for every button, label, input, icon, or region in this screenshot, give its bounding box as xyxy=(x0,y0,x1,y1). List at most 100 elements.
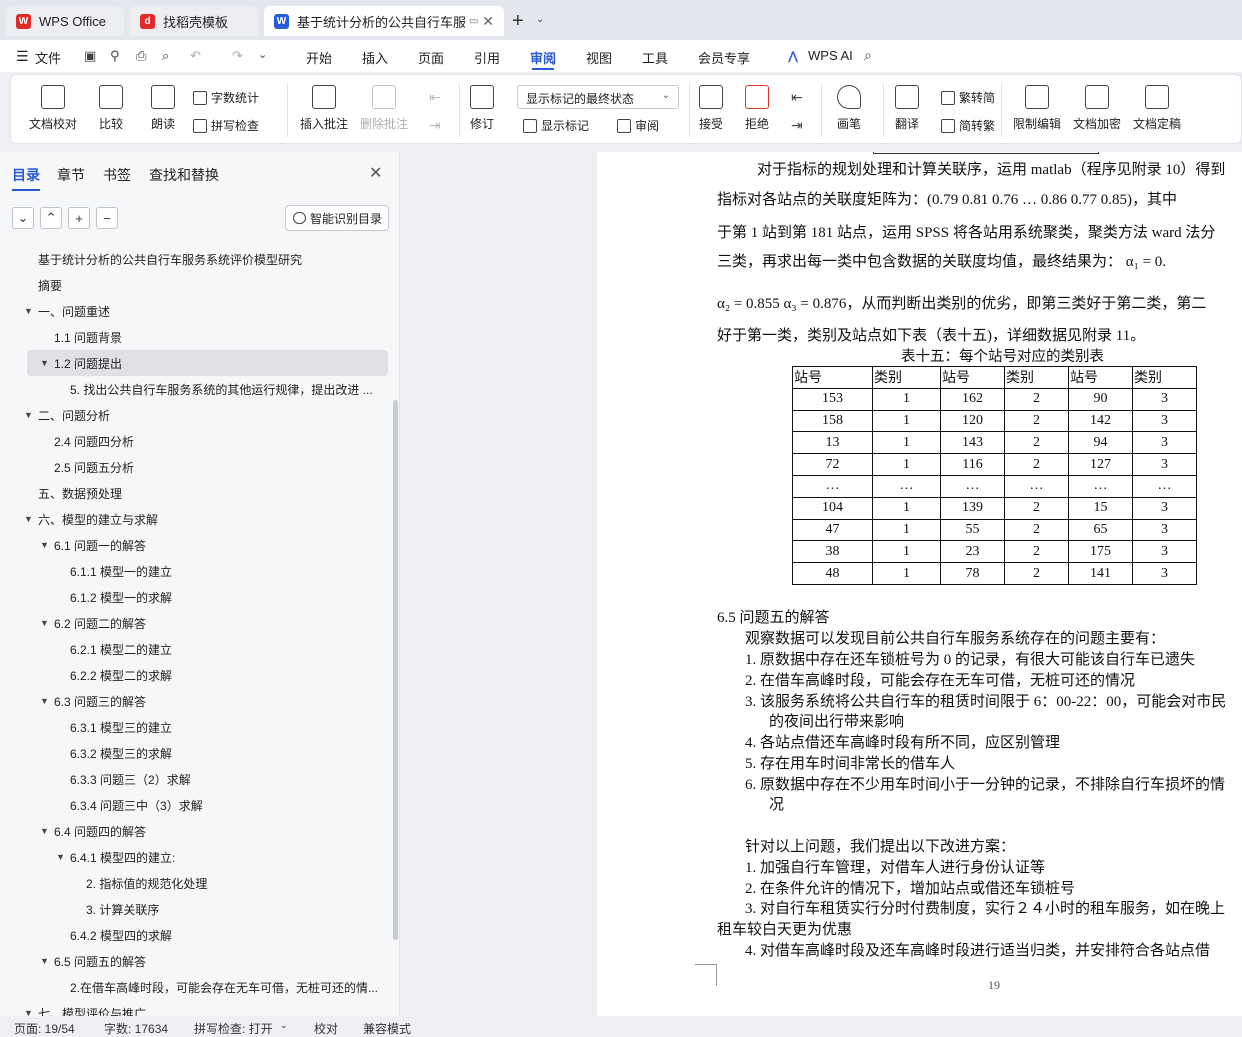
toc-item[interactable]: 6.1.2 模型一的求解 xyxy=(70,584,172,610)
reject-button[interactable]: 拒绝 xyxy=(745,85,769,132)
expand-up-button[interactable]: ⌃ xyxy=(40,207,62,229)
menu-review[interactable]: 审阅 xyxy=(530,48,556,70)
menu-member[interactable]: 会员专享 xyxy=(698,48,750,67)
tab-list-chevron-icon[interactable]: ⌄ xyxy=(536,14,544,25)
insert-comment-button[interactable]: 插入批注 xyxy=(300,85,348,132)
add-heading-button[interactable]: + xyxy=(68,207,90,229)
spell-check-button[interactable]: 拼写检查 xyxy=(193,117,259,134)
translate-button[interactable]: 翻译 xyxy=(895,85,919,132)
tab-bookmarks[interactable]: 书签 xyxy=(103,165,131,185)
toc-item[interactable]: 6.3.2 模型三的求解 xyxy=(70,740,172,766)
toc-expand-caret-icon[interactable]: ▼ xyxy=(40,540,49,550)
toc-item[interactable]: 2.5 问题五分析 xyxy=(54,454,134,480)
toc-item[interactable]: 6.3 问题三的解答 xyxy=(54,688,146,714)
to-simplified-button[interactable]: 繁转简 xyxy=(941,89,995,106)
tab-wps-office[interactable]: W WPS Office xyxy=(6,6,124,36)
revise-button[interactable]: 修订 xyxy=(470,85,494,132)
redo-icon[interactable]: ↷ xyxy=(232,48,243,64)
tab-document[interactable]: W 基于统计分析的公共自行车服务 ▭ ✕ xyxy=(264,6,504,36)
toc-item[interactable]: 3. 计算关联序 xyxy=(86,896,159,922)
print-preview-icon[interactable]: ⌕ xyxy=(162,48,169,64)
hamburger-icon[interactable]: ☰ xyxy=(16,48,29,65)
menu-file[interactable]: 文件 xyxy=(35,48,61,67)
search-icon[interactable]: ⌕ xyxy=(864,47,872,64)
remove-heading-button[interactable]: − xyxy=(96,207,118,229)
tab-docer-templates[interactable]: d 找稻壳模板 xyxy=(130,6,258,36)
toc-item[interactable]: 摘要 xyxy=(38,272,62,298)
finalize-button[interactable]: 文档定稿 xyxy=(1133,85,1181,132)
chevron-down-icon[interactable]: ⌄ xyxy=(280,1020,288,1031)
save-icon[interactable]: ▣ xyxy=(84,48,96,64)
toc-item[interactable]: 6.4 问题四的解答 xyxy=(54,818,146,844)
to-traditional-button[interactable]: 简转繁 xyxy=(941,117,995,134)
smart-toc-button[interactable]: 智能识别目录 xyxy=(285,205,389,231)
pen-button[interactable]: 画笔 xyxy=(837,85,861,132)
restrict-edit-button[interactable]: 限制编辑 xyxy=(1013,85,1061,132)
show-markup-button[interactable]: 显示标记 xyxy=(523,117,589,134)
toc-expand-caret-icon[interactable]: ▼ xyxy=(24,306,33,316)
menu-home[interactable]: 开始 xyxy=(306,48,332,67)
toc-item[interactable]: 1.2 问题提出 xyxy=(54,350,122,376)
status-spell-check[interactable]: 拼写检查: 打开 xyxy=(194,1020,273,1037)
menu-view[interactable]: 视图 xyxy=(586,48,612,67)
accept-button[interactable]: 接受 xyxy=(699,85,723,132)
toc-item[interactable]: 6.4.1 模型四的建立: xyxy=(70,844,175,870)
tab-find-replace[interactable]: 查找和替换 xyxy=(149,165,219,185)
collapse-all-button[interactable]: ⌄ xyxy=(12,207,34,229)
toc-item[interactable]: 6.3.4 问题三中（3）求解 xyxy=(70,792,203,818)
toc-item[interactable]: 6.1.1 模型一的建立 xyxy=(70,558,172,584)
next-change-icon[interactable]: ⇥ xyxy=(791,117,803,134)
toc-item[interactable]: 6.1 问题一的解答 xyxy=(54,532,146,558)
toc-item[interactable]: 2.在借车高峰时段，可能会存在无车可借，无桩可还的情... xyxy=(70,974,378,1000)
toc-item[interactable]: 五、数据预处理 xyxy=(38,480,122,506)
toc-expand-caret-icon[interactable]: ▼ xyxy=(40,956,49,966)
toc-item[interactable]: 6.5 问题五的解答 xyxy=(54,948,146,974)
more-chevron-icon[interactable]: ⌄ xyxy=(258,48,267,61)
toc-scrollbar[interactable] xyxy=(393,400,398,940)
toc-item[interactable]: 6.2.2 模型二的求解 xyxy=(70,662,172,688)
close-pane-icon[interactable]: ✕ xyxy=(369,163,382,183)
share-icon[interactable]: ⚲ xyxy=(110,48,120,64)
next-comment-icon[interactable]: ⇥ xyxy=(429,117,441,134)
menu-tools[interactable]: 工具 xyxy=(642,48,668,67)
toc-item[interactable]: 2.4 问题四分析 xyxy=(54,428,134,454)
toc-item[interactable]: 2. 指标值的规范化处理 xyxy=(86,870,207,896)
status-page[interactable]: 页面: 19/54 xyxy=(14,1020,75,1037)
toc-item[interactable]: 一、问题重述 xyxy=(38,298,110,324)
undo-icon[interactable]: ↶ xyxy=(190,48,201,64)
status-word-count[interactable]: 字数: 17634 xyxy=(104,1020,168,1037)
tab-toc[interactable]: 目录 xyxy=(12,165,40,191)
toc-item[interactable]: 6.2 问题二的解答 xyxy=(54,610,146,636)
toc-item[interactable]: 5. 找出公共自行车服务系统的其他运行规律，提出改进 ... xyxy=(70,376,373,402)
toc-expand-caret-icon[interactable]: ▼ xyxy=(24,514,33,524)
compare-button[interactable]: 比较 xyxy=(99,85,123,132)
close-tab-icon[interactable]: ✕ xyxy=(482,13,494,30)
review-pane-button[interactable]: 审阅 xyxy=(617,117,659,134)
new-tab-plus-icon[interactable]: + xyxy=(512,10,524,33)
read-aloud-button[interactable]: 朗读 xyxy=(151,85,175,132)
document-page[interactable]: 对于指标的规划处理和计算关联序，运用 matlab（程序见附录 10）得到 指标… xyxy=(597,152,1242,1016)
menu-references[interactable]: 引用 xyxy=(474,48,500,67)
toc-expand-caret-icon[interactable]: ▼ xyxy=(40,358,49,368)
menu-wps-ai[interactable]: WPS AI xyxy=(808,48,853,63)
print-icon[interactable]: ⎙ xyxy=(136,48,146,64)
doc-check-button[interactable]: 文档校对 xyxy=(29,85,77,132)
status-proof[interactable]: 校对 xyxy=(314,1020,338,1037)
toc-item[interactable]: 六、模型的建立与求解 xyxy=(38,506,158,532)
toc-item[interactable]: 二、问题分析 xyxy=(38,402,110,428)
menu-insert[interactable]: 插入 xyxy=(362,48,388,67)
markup-state-select[interactable]: 显示标记的最终状态 ⌄ xyxy=(517,85,679,109)
toc-expand-caret-icon[interactable]: ▼ xyxy=(56,852,65,862)
toc-expand-caret-icon[interactable]: ▼ xyxy=(24,410,33,420)
prev-comment-icon[interactable]: ⇤ xyxy=(429,89,441,106)
toc-item[interactable]: 6.3.3 问题三（2）求解 xyxy=(70,766,191,792)
prev-change-icon[interactable]: ⇤ xyxy=(791,89,803,106)
encrypt-button[interactable]: 文档加密 xyxy=(1073,85,1121,132)
toc-expand-caret-icon[interactable]: ▼ xyxy=(40,696,49,706)
toc-item[interactable]: 1.1 问题背景 xyxy=(54,324,122,350)
word-count-button[interactable]: 字数统计 xyxy=(193,89,259,106)
toc-item[interactable]: 6.2.1 模型二的建立 xyxy=(70,636,172,662)
menu-page[interactable]: 页面 xyxy=(418,48,444,67)
toc-item[interactable]: 6.4.2 模型四的求解 xyxy=(70,922,172,948)
tab-chapters[interactable]: 章节 xyxy=(57,165,85,185)
